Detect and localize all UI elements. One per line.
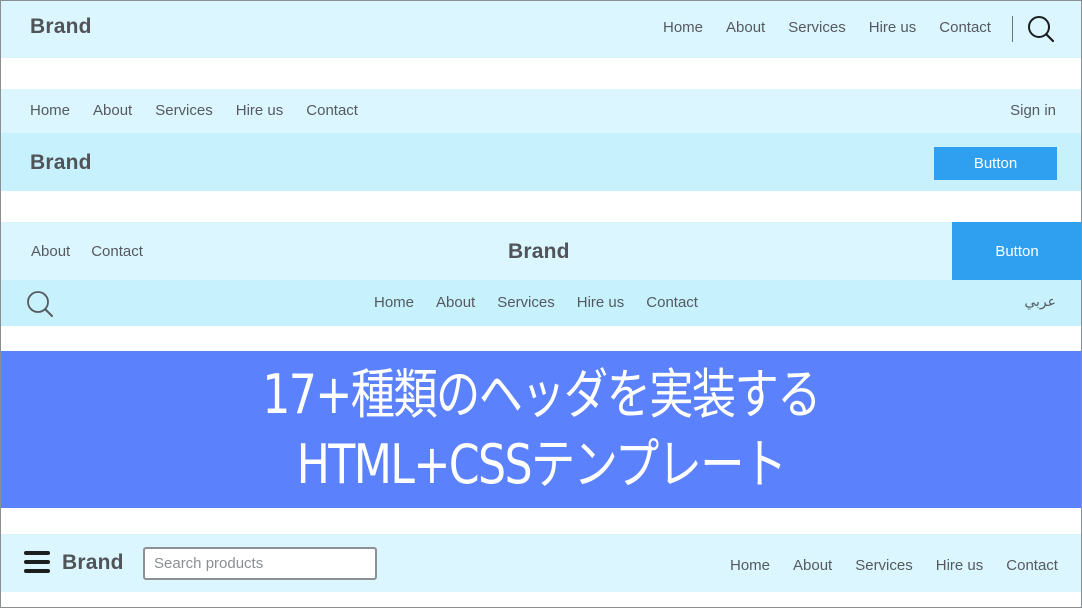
banner-title-line-1: 17+種類のヘッダを実装する [262, 362, 821, 426]
nav-link-home[interactable]: Home [374, 294, 414, 311]
nav-link-contact[interactable]: Contact [91, 243, 143, 260]
nav-link-about[interactable]: About [726, 19, 765, 36]
cta-button[interactable]: Button [934, 147, 1057, 180]
nav-link-contact[interactable]: Contact [939, 19, 991, 36]
brand-logo[interactable]: Brand [62, 551, 124, 575]
nav-link-about[interactable]: About [31, 243, 70, 260]
nav-link-services[interactable]: Services [855, 557, 913, 574]
nav-link-home[interactable]: Home [30, 102, 70, 119]
nav-link-services[interactable]: Services [788, 19, 846, 36]
nav-link-about[interactable]: About [793, 557, 832, 574]
nav-link-home[interactable]: Home [730, 557, 770, 574]
nav-link-hire-us[interactable]: Hire us [936, 557, 984, 574]
header-example-3-main: About Contact Brand Button [0, 222, 1082, 280]
main-nav: Home About Services Hire us Contact [663, 19, 1014, 36]
nav-link-home[interactable]: Home [663, 19, 703, 36]
hamburger-menu-icon[interactable] [24, 551, 50, 575]
search-icon[interactable] [26, 290, 54, 318]
search-products-input[interactable] [143, 547, 377, 580]
header-example-4: Brand Home About Services Hire us Contac… [0, 534, 1082, 592]
brand-logo[interactable]: Brand [508, 240, 570, 264]
main-nav: Home About Services Hire us Contact [730, 557, 1058, 574]
nav-link-hire-us[interactable]: Hire us [577, 294, 625, 311]
left-nav: About Contact [31, 243, 164, 260]
header-example-2-main: Brand Button [0, 133, 1082, 191]
nav-link-contact[interactable]: Contact [306, 102, 358, 119]
nav-link-hire-us[interactable]: Hire us [869, 19, 917, 36]
language-switch-link[interactable]: عربي [1024, 294, 1056, 310]
banner-title-line-2: HTML+CSSテンプレート [296, 432, 787, 496]
nav-link-about[interactable]: About [93, 102, 132, 119]
nav-link-contact[interactable]: Contact [1006, 557, 1058, 574]
nav-link-hire-us[interactable]: Hire us [236, 102, 284, 119]
title-banner: 17+種類のヘッダを実装する HTML+CSSテンプレート [0, 351, 1082, 508]
search-icon[interactable] [1027, 15, 1055, 43]
header-example-3-subbar: Home About Services Hire us Contact عربي [0, 280, 1082, 326]
center-nav: Home About Services Hire us Contact [374, 294, 720, 311]
top-nav: Home About Services Hire us Contact [30, 102, 381, 119]
cta-button[interactable]: Button [952, 222, 1082, 280]
nav-divider [1012, 16, 1013, 42]
header-example-2-topbar: Home About Services Hire us Contact Sign… [0, 89, 1082, 133]
sign-in-link[interactable]: Sign in [1010, 102, 1056, 119]
brand-logo[interactable]: Brand [30, 15, 92, 39]
brand-logo[interactable]: Brand [30, 151, 92, 175]
nav-link-contact[interactable]: Contact [646, 294, 698, 311]
header-example-1: Brand Home About Services Hire us Contac… [0, 0, 1082, 58]
nav-link-about[interactable]: About [436, 294, 475, 311]
nav-link-services[interactable]: Services [497, 294, 555, 311]
nav-link-services[interactable]: Services [155, 102, 213, 119]
